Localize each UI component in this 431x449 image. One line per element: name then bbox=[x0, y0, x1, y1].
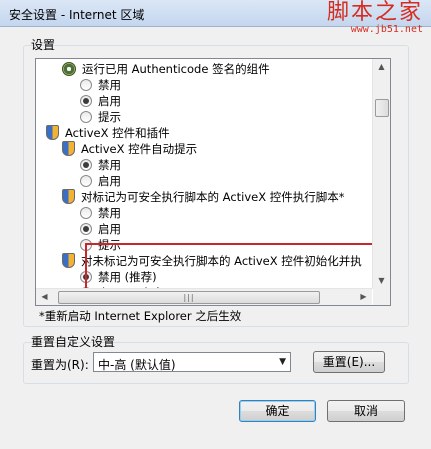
setting-label: 对标记为可安全执行脚本的 ActiveX 控件执行脚本* bbox=[81, 189, 345, 204]
radio-checked-icon[interactable] bbox=[80, 94, 92, 107]
settings-group-label: 设置 bbox=[31, 38, 56, 52]
horizontal-scrollbar[interactable]: ◀ ||| ▶ bbox=[36, 288, 372, 305]
setting-item[interactable]: 运行已用 Authenticode 签名的组件 bbox=[62, 61, 270, 76]
shield-icon bbox=[62, 141, 75, 156]
watermark-main: 脚本之家 bbox=[326, 0, 423, 25]
scroll-down-arrow-icon[interactable]: ▼ bbox=[373, 273, 390, 289]
setting-label: 禁用 bbox=[98, 157, 121, 172]
chevron-down-icon[interactable]: ▼ bbox=[279, 357, 286, 367]
setting-item[interactable]: 对标记为可安全执行脚本的 ActiveX 控件执行脚本* bbox=[62, 189, 345, 204]
radio-unchecked-icon[interactable] bbox=[80, 110, 92, 123]
window-title: 安全设置 - Internet 区域 bbox=[9, 8, 145, 22]
shield-icon bbox=[62, 253, 75, 268]
restart-note: *重新启动 Internet Explorer 之后生效 bbox=[39, 309, 242, 323]
scroll-right-arrow-icon[interactable]: ▶ bbox=[355, 289, 372, 305]
vertical-scroll-thumb[interactable] bbox=[375, 99, 389, 117]
setting-label: 禁用 bbox=[98, 77, 121, 92]
shield-icon bbox=[46, 125, 59, 140]
settings-list[interactable]: 运行已用 Authenticode 签名的组件 禁用 启用 提示 ActiveX 控件和… bbox=[35, 58, 391, 306]
reset-level-select[interactable]: 中-高 (默认值) ▼ bbox=[93, 352, 291, 372]
setting-label: 运行已用 Authenticode 签名的组件 bbox=[82, 61, 270, 76]
radio-option[interactable]: 提示 bbox=[80, 109, 121, 124]
vertical-scrollbar[interactable]: ▲ ▼ bbox=[372, 59, 390, 289]
setting-label: 启用 bbox=[98, 221, 121, 236]
setting-label: ActiveX 控件和插件 bbox=[65, 125, 170, 140]
setting-label: 启用 bbox=[98, 93, 121, 108]
setting-item[interactable]: ActiveX 控件自动提示 bbox=[62, 141, 197, 156]
radio-option[interactable]: 启用 bbox=[80, 93, 121, 108]
scroll-up-arrow-icon[interactable]: ▲ bbox=[373, 59, 390, 75]
title-bar: 安全设置 - Internet 区域 脚本之家 www.jb51.net bbox=[0, 0, 431, 35]
radio-option[interactable]: 禁用 bbox=[80, 157, 121, 172]
watermark-logo: 脚本之家 www.jb51.net bbox=[327, 2, 423, 35]
shield-icon bbox=[62, 189, 75, 204]
setting-label: 禁用 bbox=[98, 205, 121, 220]
scroll-left-arrow-icon[interactable]: ◀ bbox=[36, 289, 53, 305]
radio-unchecked-icon[interactable] bbox=[80, 78, 92, 91]
ok-button[interactable]: 确定 bbox=[239, 400, 316, 422]
radio-option[interactable]: 禁用 bbox=[80, 205, 121, 220]
reset-to-label: 重置为(R): bbox=[31, 358, 89, 372]
radio-option[interactable]: 启用 bbox=[80, 221, 121, 236]
radio-option[interactable]: 禁用 bbox=[80, 77, 121, 92]
gear-icon bbox=[62, 61, 76, 76]
radio-option[interactable]: 启用 bbox=[80, 173, 121, 188]
radio-checked-icon[interactable] bbox=[80, 158, 92, 171]
radio-checked-icon[interactable] bbox=[80, 222, 92, 235]
watermark-sub: www.jb51.net bbox=[350, 24, 423, 35]
setting-label: 提示 bbox=[98, 109, 121, 124]
reset-group-label: 重置自定义设置 bbox=[31, 335, 116, 349]
setting-item[interactable]: ActiveX 控件和插件 bbox=[46, 125, 170, 140]
reset-button[interactable]: 重置(E)... bbox=[313, 351, 385, 373]
radio-unchecked-icon[interactable] bbox=[80, 206, 92, 219]
reset-level-value: 中-高 (默认值) bbox=[98, 358, 176, 372]
setting-label: 启用 bbox=[98, 173, 121, 188]
scroll-corner bbox=[373, 289, 390, 305]
cancel-button[interactable]: 取消 bbox=[327, 400, 405, 422]
radio-unchecked-icon[interactable] bbox=[80, 174, 92, 187]
setting-label: ActiveX 控件自动提示 bbox=[81, 141, 198, 156]
horizontal-scroll-thumb[interactable]: ||| bbox=[58, 291, 320, 304]
